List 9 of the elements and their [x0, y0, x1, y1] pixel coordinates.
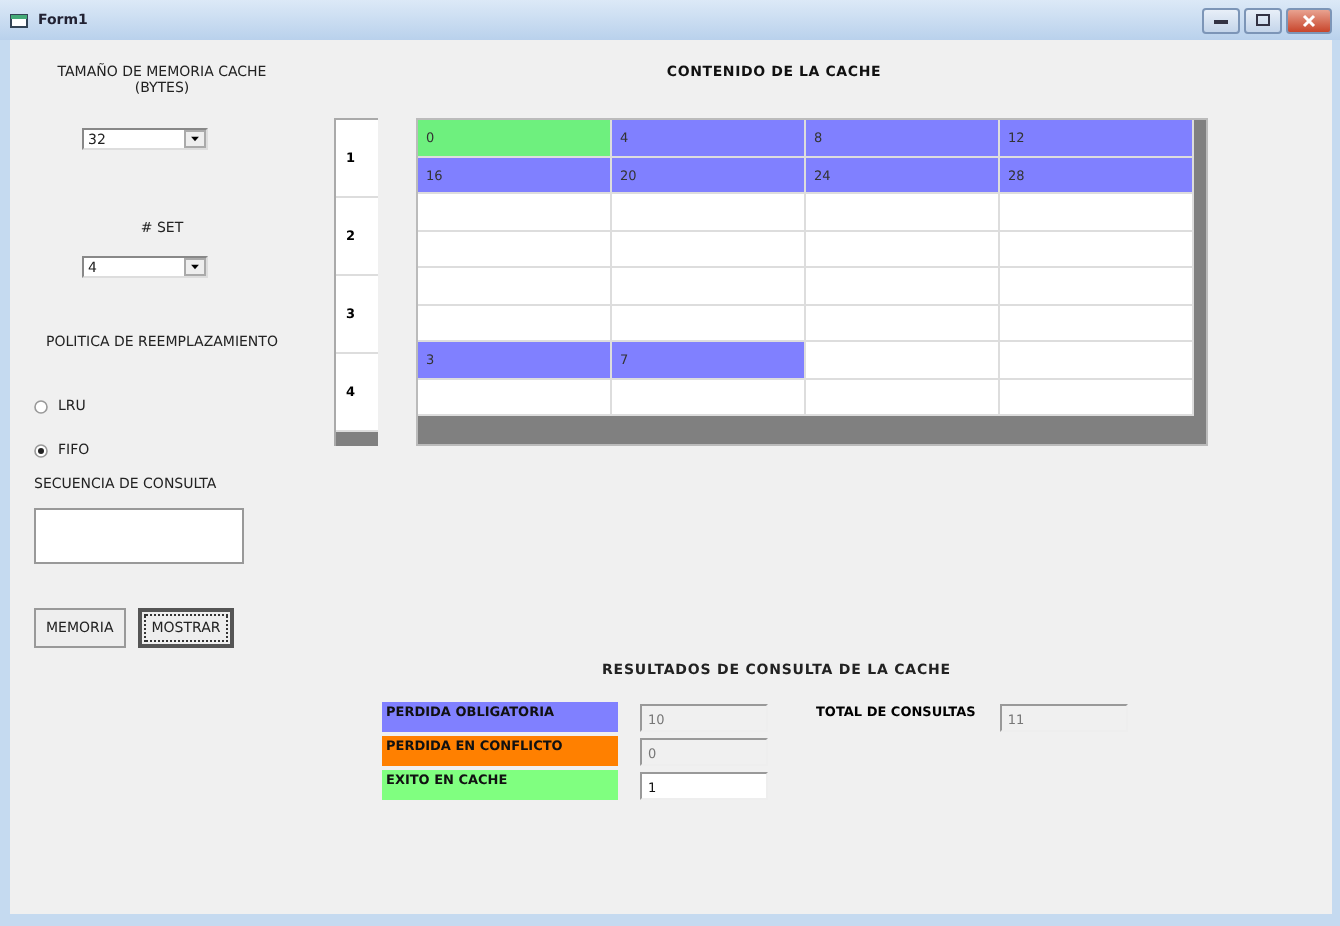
maximize-button[interactable]	[1244, 7, 1282, 33]
window-icon	[10, 11, 30, 29]
scroll-bar	[336, 432, 378, 446]
close-button[interactable]	[1286, 7, 1332, 33]
close-icon	[1302, 13, 1316, 27]
minimize-icon	[1214, 17, 1228, 23]
maximize-icon	[1256, 14, 1270, 26]
minimize-button[interactable]	[1202, 7, 1240, 33]
sequence-field[interactable]	[34, 508, 244, 564]
